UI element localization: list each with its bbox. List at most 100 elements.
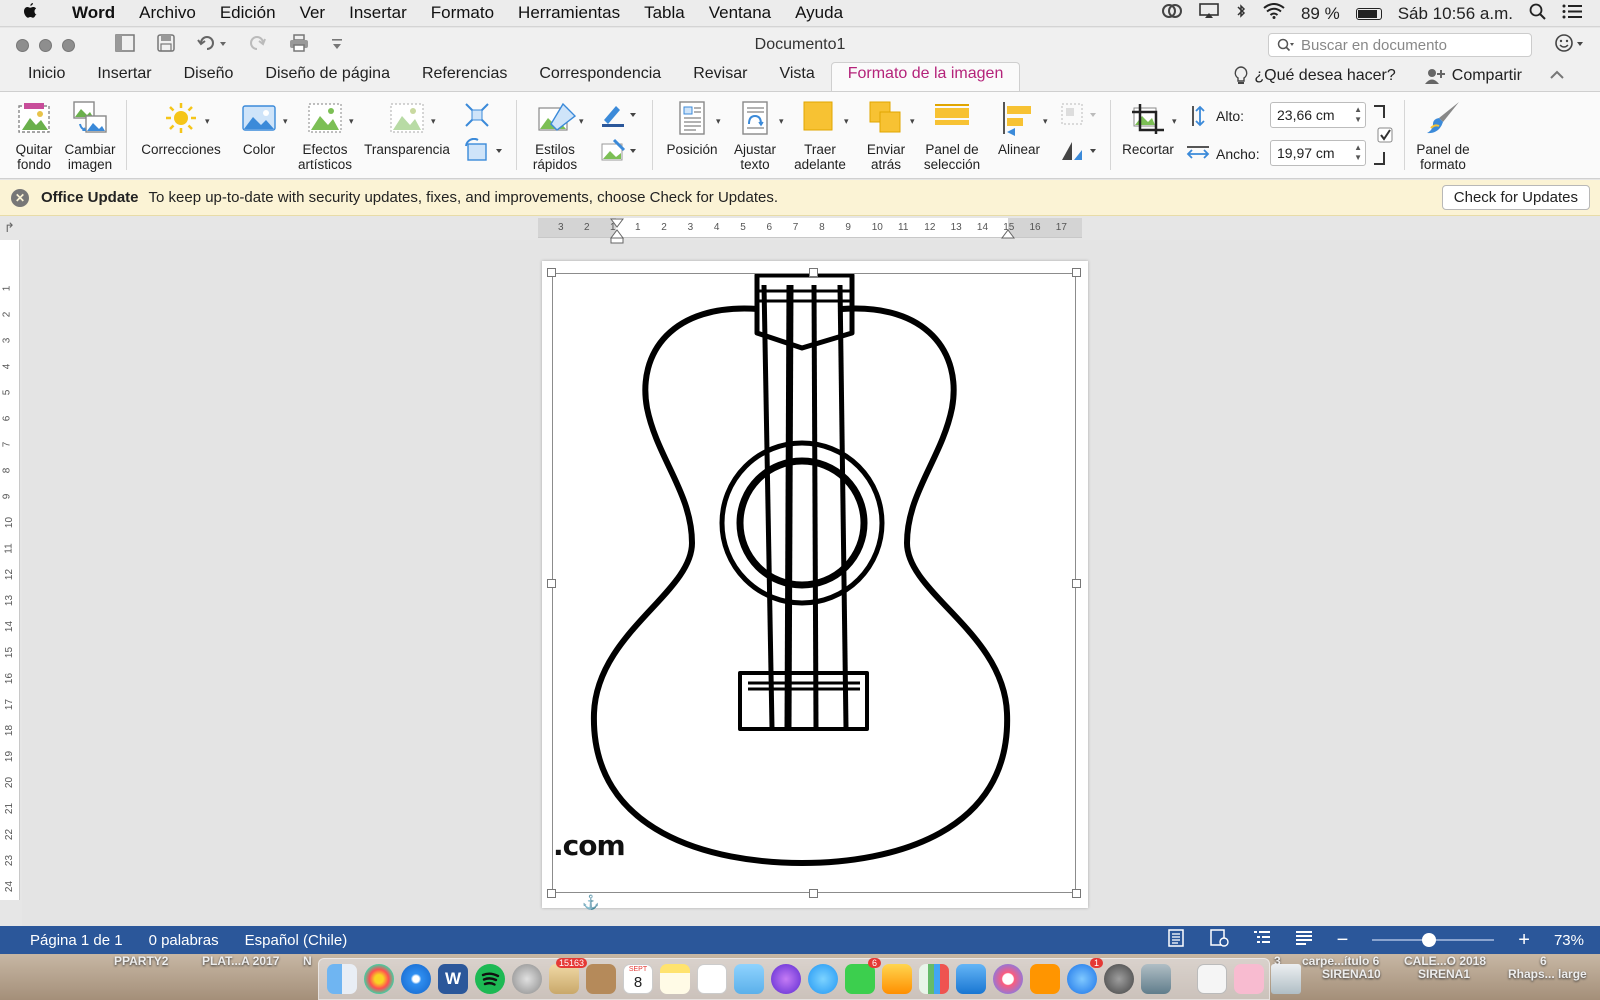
tab-diseno-de-pagina[interactable]: Diseño de página	[249, 62, 406, 91]
outline-view-icon[interactable]	[1253, 930, 1271, 950]
resize-handle-s[interactable]	[809, 889, 818, 898]
menu-ventana[interactable]: Ventana	[697, 3, 783, 23]
undo-icon[interactable]	[197, 34, 227, 57]
desktop-file-label[interactable]: SIRENA1	[1418, 967, 1470, 981]
tab-insertar[interactable]: Insertar	[81, 62, 167, 91]
share-button[interactable]: Compartir	[1424, 67, 1522, 85]
menu-ayuda[interactable]: Ayuda	[783, 3, 855, 23]
draft-view-icon[interactable]	[1295, 930, 1313, 950]
traer-adelante-button[interactable]: ▾ Traer adelante	[790, 100, 850, 172]
airplay-icon[interactable]	[1199, 3, 1219, 24]
downloads-stack-icon[interactable]	[1197, 964, 1227, 994]
web-layout-view-icon[interactable]	[1209, 929, 1229, 951]
customize-toolbar-icon[interactable]	[331, 35, 343, 56]
desktop-file-label[interactable]: 6	[1540, 954, 1547, 968]
menu-tabla[interactable]: Tabla	[632, 3, 697, 23]
menu-edicion[interactable]: Edición	[208, 3, 288, 23]
pages-icon[interactable]	[882, 964, 912, 994]
reminders-icon[interactable]	[697, 964, 727, 994]
menu-formato[interactable]: Formato	[419, 3, 506, 23]
wifi-icon[interactable]	[1263, 3, 1285, 24]
numbers-chart-icon[interactable]	[919, 964, 949, 994]
ajustar-texto-button[interactable]: ▾ Ajustar texto	[728, 100, 784, 172]
word-count[interactable]: 0 palabras	[149, 932, 219, 949]
desktop-file-label[interactable]: PPARTY2	[114, 954, 168, 968]
lock-aspect-ratio-icon[interactable]	[1372, 104, 1396, 171]
launchpad-rocket-icon[interactable]	[512, 964, 542, 994]
keynote-icon[interactable]	[956, 964, 986, 994]
picture-border-icon[interactable]	[600, 102, 640, 131]
selected-guitar-picture[interactable]	[547, 268, 1081, 898]
notes-icon[interactable]	[660, 964, 690, 994]
first-line-indent-icon[interactable]	[609, 218, 625, 244]
facetime-icon[interactable]: 6	[845, 958, 881, 994]
page-count[interactable]: Página 1 de 1	[30, 932, 123, 949]
creative-cloud-icon[interactable]	[1161, 3, 1183, 24]
scanner-icon[interactable]	[1141, 964, 1171, 994]
check-for-updates-button[interactable]: Check for Updates	[1441, 185, 1590, 210]
ibooks-icon[interactable]	[1030, 964, 1060, 994]
print-icon[interactable]	[289, 33, 309, 57]
zoom-in-button[interactable]: +	[1518, 929, 1530, 952]
minimize-window-button[interactable]	[39, 38, 52, 52]
recortar-button[interactable]: ▾ Recortar	[1120, 100, 1177, 157]
ancho-input[interactable]: 19,97 cm ▲ ▼	[1270, 140, 1366, 166]
zoom-window-button[interactable]	[62, 38, 75, 52]
desktop-file-label[interactable]: CALE...O 2018	[1404, 954, 1486, 968]
spotlight-search-icon[interactable]	[1529, 3, 1546, 25]
imovie-star-icon[interactable]	[771, 964, 801, 994]
contacts-icon[interactable]	[586, 964, 616, 994]
tab-correspondencia[interactable]: Correspondencia	[523, 62, 677, 91]
trash-icon[interactable]	[1271, 964, 1301, 994]
document-search-input[interactable]: Buscar en documento	[1268, 33, 1532, 57]
desktop-file-label[interactable]: PLAT...A 2017	[202, 954, 279, 968]
tab-revisar[interactable]: Revisar	[677, 62, 763, 91]
desktop-file-label[interactable]: Rhaps... large	[1508, 967, 1587, 981]
print-layout-view-icon[interactable]	[1167, 929, 1185, 951]
cambiar-imagen-button[interactable]: Cambiar imagen	[62, 100, 118, 172]
calendar-icon[interactable]: SEPT 8	[623, 964, 653, 994]
compress-pictures-icon[interactable]	[464, 102, 490, 131]
resize-handle-nw[interactable]	[547, 268, 556, 277]
rotate-icon[interactable]	[1060, 138, 1100, 167]
bluetooth-icon[interactable]	[1235, 3, 1247, 24]
zoom-level[interactable]: 73%	[1554, 932, 1584, 949]
tab-formato-de-la-imagen[interactable]: Formato de la imagen	[830, 62, 1021, 91]
app-menu-word[interactable]: Word	[60, 3, 127, 23]
word-app-icon[interactable]: W	[438, 964, 468, 994]
panel-formato-button[interactable]: Panel de formato	[1410, 100, 1476, 172]
panel-seleccion-button[interactable]: Panel de selección	[920, 100, 984, 172]
tab-diseno[interactable]: Diseño	[168, 62, 250, 91]
redo-icon[interactable]	[249, 34, 267, 57]
messages-icon[interactable]	[808, 964, 838, 994]
enviar-atras-button[interactable]: ▾ Enviar atrás	[858, 100, 915, 172]
save-icon[interactable]	[157, 33, 175, 57]
desktop-file-label[interactable]: carpe...ítulo 6	[1302, 954, 1379, 968]
zoom-slider-thumb[interactable]	[1421, 933, 1436, 947]
resize-handle-e[interactable]	[1072, 579, 1081, 588]
transparencia-button[interactable]: ▾ Transparencia	[360, 100, 454, 157]
posicion-button[interactable]: ▾ Posición	[664, 100, 721, 157]
right-indent-icon[interactable]	[1000, 228, 1016, 240]
resize-handle-w[interactable]	[547, 579, 556, 588]
resize-handle-se[interactable]	[1072, 889, 1081, 898]
quitar-fondo-button[interactable]: Quitar fondo	[12, 100, 56, 172]
language-indicator[interactable]: Español (Chile)	[245, 932, 348, 949]
itunes-icon[interactable]	[993, 964, 1023, 994]
picture-effects-icon[interactable]	[600, 138, 640, 167]
correcciones-button[interactable]: ▾ Correcciones	[138, 100, 224, 157]
resize-handle-n[interactable]	[809, 268, 818, 277]
anchor-icon[interactable]: ⚓	[582, 894, 599, 911]
tab-inicio[interactable]: Inicio	[12, 62, 81, 91]
resize-handle-sw[interactable]	[547, 889, 556, 898]
horizontal-ruler[interactable]: 3 2 1 1 2 3 4 5 6 7 8 9 10 11 12 13 14 15 16 17	[538, 218, 1082, 244]
spotify-icon[interactable]	[475, 964, 505, 994]
photos-icon[interactable]	[364, 964, 394, 994]
estilos-rapidos-button[interactable]: ▾ Estilos rápidos	[526, 100, 584, 172]
alinear-button[interactable]: ▾ Alinear	[992, 100, 1048, 157]
desktop-file-label[interactable]: N	[303, 954, 312, 968]
preview-icon[interactable]	[734, 964, 764, 994]
battery-icon[interactable]	[1355, 7, 1382, 20]
efectos-artisticos-button[interactable]: ▾ Efectos artísticos	[292, 100, 358, 172]
alto-input[interactable]: 23,66 cm ▲ ▼	[1270, 102, 1366, 128]
